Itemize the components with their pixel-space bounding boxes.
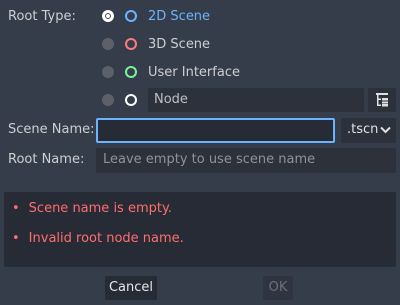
node-type-icon	[125, 94, 137, 106]
radio-user-interface[interactable]	[102, 66, 114, 78]
root-type-label: Root Type:	[8, 9, 76, 24]
3d-scene-type-icon	[125, 38, 137, 50]
scene-name-label: Scene Name:	[8, 122, 95, 137]
option-2d-scene-label[interactable]: 2D Scene	[148, 9, 210, 25]
user-interface-type-icon	[125, 66, 137, 78]
root-name-input[interactable]: Leave empty to use scene name	[96, 148, 396, 173]
bullet: •	[12, 231, 20, 246]
option-user-interface-label[interactable]: User Interface	[148, 65, 240, 81]
error-message: • Invalid root node name.	[12, 231, 184, 247]
bullet: •	[12, 201, 20, 216]
error-text: Invalid root node name.	[28, 231, 184, 246]
node-type-field[interactable]: Node	[148, 88, 364, 112]
extension-value: .tscn	[347, 122, 379, 137]
tree-icon	[376, 93, 388, 107]
node-picker-button[interactable]	[368, 88, 396, 112]
2d-scene-type-icon	[125, 10, 137, 22]
error-message: • Scene name is empty.	[12, 201, 172, 217]
cancel-button[interactable]: Cancel	[105, 276, 157, 300]
radio-node[interactable]	[102, 94, 114, 106]
error-text: Scene name is empty.	[28, 201, 172, 216]
radio-3d-scene[interactable]	[102, 38, 114, 50]
root-name-label: Root Name:	[8, 152, 85, 167]
option-3d-scene-label[interactable]: 3D Scene	[148, 37, 210, 53]
radio-2d-scene[interactable]	[102, 10, 114, 22]
ok-button[interactable]: OK	[263, 276, 293, 300]
chevron-down-icon	[380, 126, 391, 134]
extension-select[interactable]: .tscn	[341, 118, 396, 143]
scene-name-input[interactable]	[96, 118, 335, 143]
